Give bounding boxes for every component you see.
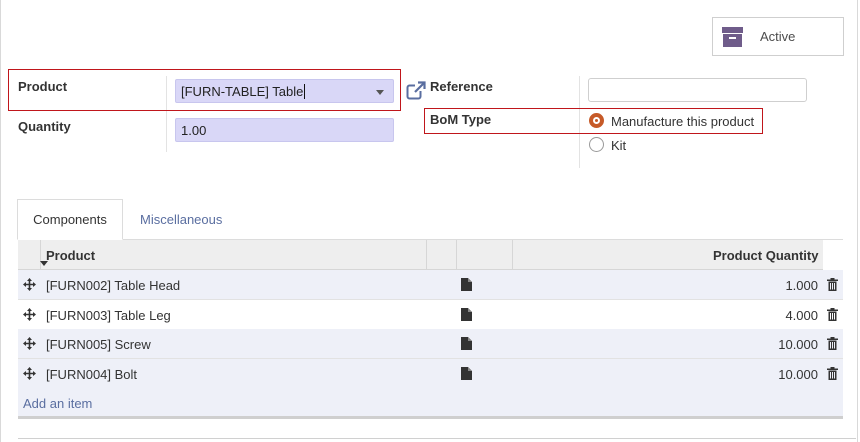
reference-label: Reference — [430, 79, 493, 94]
tab-miscellaneous-label: Miscellaneous — [140, 212, 223, 227]
chevron-down-icon[interactable] — [376, 90, 384, 95]
text-cursor — [304, 83, 306, 99]
bom-type-kit-label[interactable]: Kit — [611, 138, 626, 153]
table-row[interactable]: [FURN005] Screw 10.000 — [18, 329, 843, 359]
active-button-label: Active — [760, 29, 796, 44]
bom-type-manufacture-radio[interactable] — [589, 113, 604, 128]
sort-down-icon[interactable] — [40, 261, 48, 266]
header-separator — [512, 240, 513, 270]
right-group-divider — [579, 76, 580, 168]
row-quantity: 1.000 — [785, 278, 818, 293]
file-icon[interactable] — [461, 278, 472, 291]
file-icon[interactable] — [461, 337, 472, 350]
tab-components-label: Components — [33, 212, 107, 227]
row-product: [FURN003] Table Leg — [46, 308, 171, 323]
row-quantity: 10.000 — [778, 367, 818, 382]
product-field-value: [FURN-TABLE] Table — [181, 83, 304, 99]
table-row[interactable]: [FURN003] Table Leg 4.000 — [18, 300, 843, 330]
row-product: [FURN004] Bolt — [46, 367, 138, 382]
archive-icon — [722, 26, 743, 47]
drag-handle-icon[interactable] — [23, 367, 36, 380]
quantity-label: Quantity — [18, 119, 71, 134]
trash-icon[interactable] — [827, 278, 838, 291]
tab-components[interactable]: Components — [17, 199, 123, 240]
trash-icon[interactable] — [827, 337, 838, 350]
header-scroll-gap — [823, 240, 843, 270]
sheet-border-left — [0, 0, 1, 442]
column-header-product[interactable]: Product — [46, 248, 95, 263]
header-separator — [426, 240, 427, 270]
file-icon[interactable] — [461, 308, 472, 321]
notebook-bottom-border — [18, 438, 856, 439]
product-label: Product — [18, 79, 68, 94]
trash-icon[interactable] — [827, 367, 838, 380]
drag-handle-icon[interactable] — [23, 337, 36, 350]
table-header — [18, 240, 823, 270]
quantity-field-value: 1.00 — [181, 122, 207, 138]
external-link-icon[interactable] — [406, 81, 426, 101]
drag-handle-icon[interactable] — [23, 278, 36, 291]
bom-type-label: BoM Type — [430, 112, 492, 127]
sheet-border-right — [857, 0, 858, 442]
trash-icon[interactable] — [827, 308, 838, 321]
table-row[interactable]: [FURN002] Table Head 1.000 — [18, 270, 843, 300]
add-item-link[interactable]: Add an item — [23, 396, 92, 411]
left-group-divider — [166, 76, 167, 152]
table-row[interactable]: [FURN004] Bolt 10.000 — [18, 359, 843, 389]
tab-miscellaneous[interactable]: Miscellaneous — [140, 199, 222, 240]
quantity-field[interactable]: 1.00 — [175, 118, 394, 142]
header-separator — [456, 240, 457, 270]
row-product: [FURN005] Screw — [46, 337, 151, 352]
bom-type-kit-radio[interactable] — [589, 137, 604, 152]
row-quantity: 10.000 — [778, 337, 818, 352]
row-product: [FURN002] Table Head — [46, 278, 181, 293]
product-field[interactable]: [FURN-TABLE] Table — [175, 79, 394, 103]
active-toggle-button[interactable]: Active — [712, 17, 844, 56]
row-quantity: 4.000 — [785, 308, 818, 323]
drag-handle-icon[interactable] — [23, 308, 36, 321]
file-icon[interactable] — [461, 367, 472, 380]
add-item-row: Add an item — [18, 388, 843, 419]
bom-type-manufacture-label[interactable]: Manufacture this product — [611, 114, 754, 129]
column-header-quantity[interactable]: Product Quantity — [713, 248, 818, 263]
reference-input[interactable] — [588, 78, 807, 102]
